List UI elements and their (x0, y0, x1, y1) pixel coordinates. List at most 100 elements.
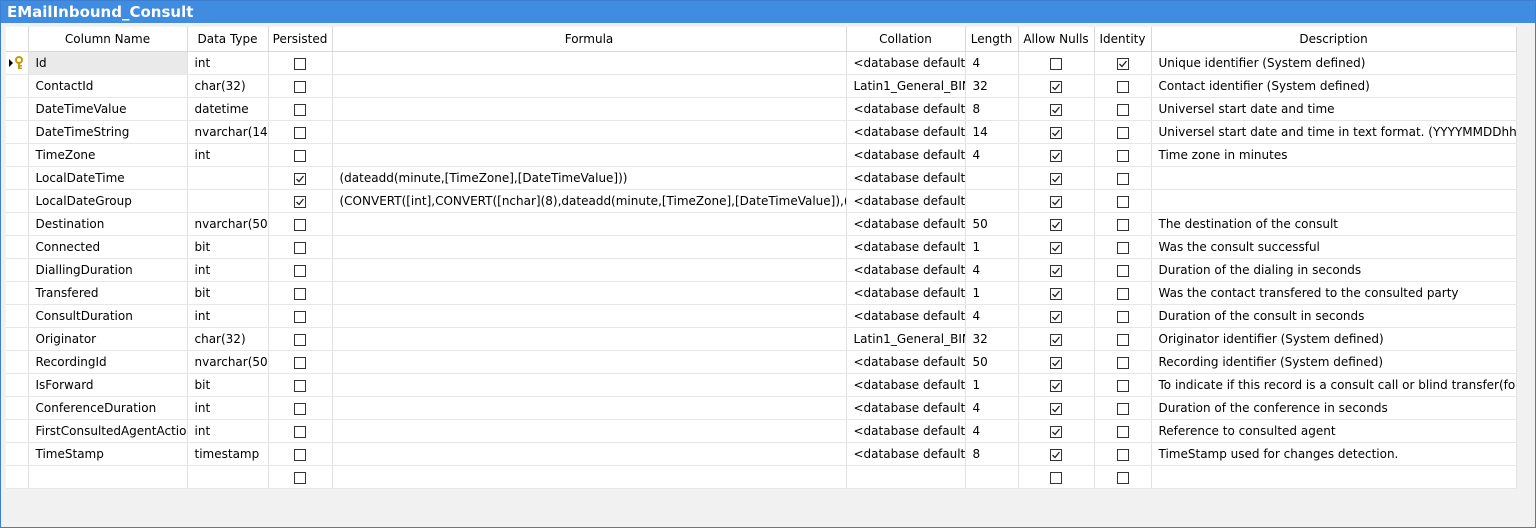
cell-persisted[interactable] (268, 235, 333, 259)
cell-identity[interactable] (1094, 442, 1152, 466)
table-row[interactable]: DateTimeString nvarchar(14) <database defa… (6, 120, 1517, 144)
row-selector[interactable] (6, 396, 29, 420)
cell-persisted[interactable] (268, 396, 333, 420)
cell-persisted[interactable] (268, 350, 333, 374)
cell-length[interactable]: 1 (965, 373, 1019, 397)
cell-length[interactable]: 50 (965, 212, 1019, 236)
column-header-formula[interactable]: Formula (332, 27, 847, 52)
unchecked-checkbox[interactable] (1116, 241, 1129, 254)
cell-name[interactable]: DateTimeValue (28, 97, 188, 121)
table-row[interactable]: LocalDateGroup (CONVERT([int],CONVERT([nc… (6, 189, 1517, 213)
cell-persisted[interactable] (268, 166, 333, 190)
cell-type[interactable]: int (187, 143, 269, 167)
cell-length[interactable]: 8 (965, 442, 1019, 466)
cell-persisted[interactable] (268, 212, 333, 236)
checked-checkbox[interactable] (1050, 379, 1062, 392)
cell-persisted[interactable] (268, 304, 333, 328)
checked-checkbox[interactable] (1050, 172, 1062, 185)
cell-identity[interactable] (1094, 97, 1152, 121)
unchecked-checkbox[interactable] (294, 425, 306, 438)
cell-length[interactable] (965, 189, 1019, 213)
cell-description[interactable]: Unique identifier (System defined) (1151, 51, 1517, 75)
unchecked-checkbox[interactable] (1116, 333, 1129, 346)
unchecked-checkbox[interactable] (1116, 448, 1129, 461)
cell-formula[interactable] (332, 281, 847, 305)
table-row[interactable] (6, 465, 1517, 489)
unchecked-checkbox[interactable] (1116, 402, 1129, 415)
unchecked-checkbox[interactable] (294, 103, 306, 116)
checked-checkbox[interactable] (1050, 448, 1062, 461)
cell-persisted[interactable] (268, 258, 333, 282)
row-selector[interactable] (6, 74, 29, 98)
unchecked-checkbox[interactable] (1116, 149, 1129, 162)
column-header-description[interactable]: Description (1151, 27, 1517, 52)
cell-type[interactable] (187, 465, 269, 489)
table-row[interactable]: Id int <database default> 4 Unique identifie… (6, 51, 1517, 75)
cell-formula[interactable] (332, 97, 847, 121)
checked-checkbox[interactable] (1050, 310, 1062, 323)
cell-name[interactable]: Id (28, 51, 188, 75)
cell-name[interactable]: ConferenceDuration (28, 396, 188, 420)
cell-collation[interactable]: <database default> (846, 51, 966, 75)
checked-checkbox[interactable] (1050, 218, 1062, 231)
cell-description[interactable]: Reference to consulted agent (1151, 419, 1517, 443)
row-selector[interactable] (6, 327, 29, 351)
column-header-persisted[interactable]: Persisted (268, 27, 333, 52)
cell-length[interactable]: 4 (965, 258, 1019, 282)
cell-identity[interactable] (1094, 258, 1152, 282)
cell-allow-nulls[interactable] (1018, 465, 1095, 489)
unchecked-checkbox[interactable] (294, 149, 306, 162)
unchecked-checkbox[interactable] (294, 333, 306, 346)
unchecked-checkbox[interactable] (294, 356, 306, 369)
cell-identity[interactable] (1094, 419, 1152, 443)
checked-checkbox[interactable] (1050, 80, 1062, 93)
unchecked-checkbox[interactable] (1116, 471, 1129, 484)
unchecked-checkbox[interactable] (1116, 310, 1129, 323)
cell-formula[interactable] (332, 419, 847, 443)
cell-length[interactable]: 1 (965, 281, 1019, 305)
cell-allow-nulls[interactable] (1018, 419, 1095, 443)
cell-type[interactable]: int (187, 304, 269, 328)
cell-description[interactable] (1151, 166, 1517, 190)
checked-checkbox[interactable] (1050, 264, 1062, 277)
checked-checkbox[interactable] (1050, 356, 1062, 369)
cell-allow-nulls[interactable] (1018, 442, 1095, 466)
checked-checkbox[interactable] (1050, 333, 1062, 346)
cell-allow-nulls[interactable] (1018, 327, 1095, 351)
cell-length[interactable] (965, 465, 1019, 489)
cell-persisted[interactable] (268, 120, 333, 144)
unchecked-checkbox[interactable] (1116, 103, 1129, 116)
cell-collation[interactable]: <database default> (846, 258, 966, 282)
column-header-identity[interactable]: Identity (1094, 27, 1152, 52)
row-selector[interactable] (6, 143, 29, 167)
cell-formula[interactable] (332, 74, 847, 98)
row-selector[interactable] (6, 465, 29, 489)
cell-name[interactable]: Transfered (28, 281, 188, 305)
row-selector[interactable] (6, 166, 29, 190)
cell-collation[interactable]: <database default> (846, 120, 966, 144)
cell-identity[interactable] (1094, 396, 1152, 420)
cell-persisted[interactable] (268, 74, 333, 98)
row-selector[interactable] (6, 189, 29, 213)
cell-allow-nulls[interactable] (1018, 258, 1095, 282)
cell-description[interactable]: Was the contact transfered to the consul… (1151, 281, 1517, 305)
cell-identity[interactable] (1094, 189, 1152, 213)
cell-name[interactable] (28, 465, 188, 489)
cell-type[interactable]: timestamp (187, 442, 269, 466)
cell-type[interactable]: nvarchar(14) (187, 120, 269, 144)
cell-identity[interactable] (1094, 166, 1152, 190)
cell-description[interactable]: Recording identifier (System defined) (1151, 350, 1517, 374)
cell-type[interactable]: bit (187, 235, 269, 259)
cell-type[interactable]: nvarchar(50) (187, 350, 269, 374)
cell-type[interactable]: bit (187, 281, 269, 305)
cell-collation[interactable]: <database default> (846, 350, 966, 374)
cell-formula[interactable] (332, 465, 847, 489)
cell-collation[interactable]: Latin1_General_BIN (846, 74, 966, 98)
cell-description[interactable]: Universel start date and time (1151, 97, 1517, 121)
row-selector[interactable] (6, 97, 29, 121)
cell-allow-nulls[interactable] (1018, 143, 1095, 167)
table-row[interactable]: DiallingDuration int <database default> 4 Du… (6, 258, 1517, 282)
cell-type[interactable]: nvarchar(50) (187, 212, 269, 236)
unchecked-checkbox[interactable] (1050, 57, 1062, 70)
checked-checkbox[interactable] (1050, 241, 1062, 254)
